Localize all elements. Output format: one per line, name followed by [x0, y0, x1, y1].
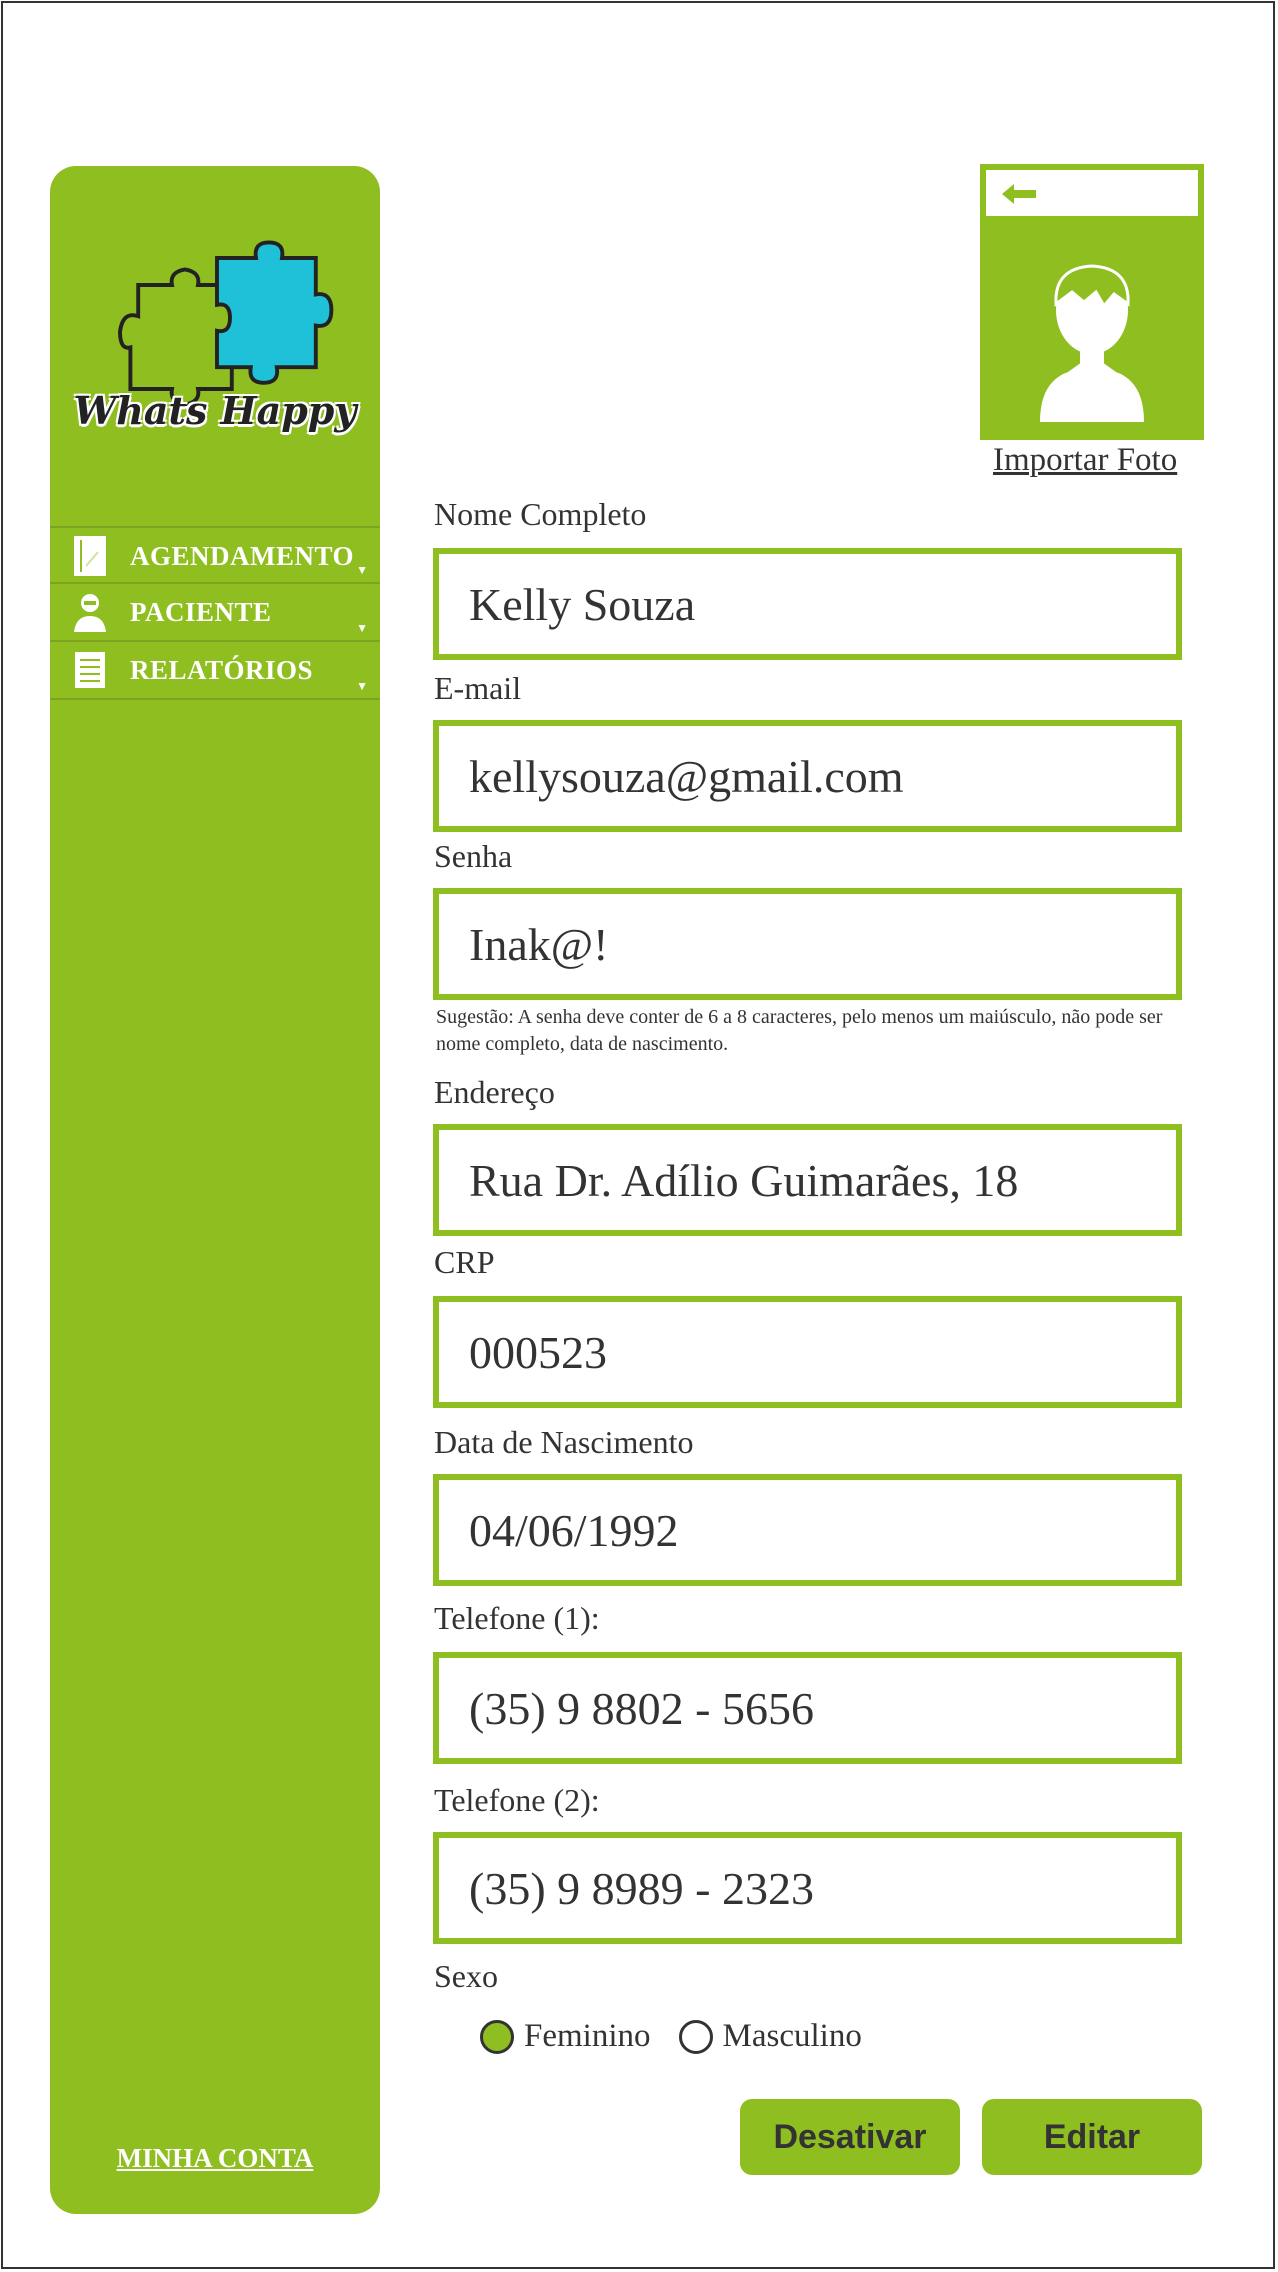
birthdate-label: Data de Nascimento	[434, 1424, 694, 1460]
email-field-box	[433, 720, 1182, 832]
address-label: Endereço	[434, 1074, 555, 1110]
back-arrow-icon[interactable]	[1000, 182, 1040, 206]
sidebar-item-label: PACIENTE	[130, 597, 272, 627]
edit-button[interactable]: Editar	[982, 2099, 1202, 2175]
brand-name: Whats Happy	[73, 388, 357, 433]
birthdate-input[interactable]	[439, 1480, 1176, 1580]
sex-label: Sexo	[434, 1958, 498, 1994]
user-avatar-icon	[1040, 264, 1144, 422]
phone2-field-box	[433, 1832, 1182, 1944]
phone2-label: Telefone (2):	[434, 1782, 600, 1818]
name-field-box	[433, 548, 1182, 660]
chevron-down-icon: ▼	[356, 563, 368, 577]
profile-photo[interactable]	[980, 164, 1204, 440]
chevron-down-icon: ▼	[356, 679, 368, 693]
radio-masculino[interactable]	[678, 2019, 713, 2054]
sidebar: Whats Happy AGENDAMENTO ▼ PACIENTE ▼ REL…	[50, 166, 380, 2214]
crp-field-box	[433, 1296, 1182, 1408]
photo-toolbar	[986, 170, 1198, 216]
sex-radio-group: Feminino Masculino	[480, 2018, 890, 2055]
sidebar-nav: AGENDAMENTO ▼ PACIENTE ▼ RELATÓRIOS ▼	[50, 526, 380, 700]
password-label: Senha	[434, 838, 513, 874]
my-account-link[interactable]: MINHA CONTA	[50, 2143, 380, 2174]
sidebar-item-relatorios[interactable]: RELATÓRIOS ▼	[50, 642, 380, 700]
birthdate-field-box	[433, 1474, 1182, 1586]
notebook-icon	[74, 536, 106, 576]
radio-label-masculino: Masculino	[722, 2018, 862, 2054]
phone1-label: Telefone (1):	[434, 1600, 600, 1636]
address-field-box	[433, 1124, 1182, 1236]
radio-feminino[interactable]	[480, 2019, 514, 2054]
password-field-box	[433, 888, 1182, 1000]
crp-label: CRP	[434, 1244, 495, 1280]
chevron-down-icon: ▼	[356, 621, 368, 635]
full-name-input[interactable]	[439, 554, 1176, 654]
sidebar-item-agendamento[interactable]: AGENDAMENTO ▼	[50, 526, 380, 584]
phone2-input[interactable]	[439, 1838, 1176, 1938]
person-icon	[74, 594, 106, 632]
radio-label-feminino: Feminino	[524, 2018, 651, 2054]
document-icon	[75, 652, 105, 688]
password-hint: Sugestão: A senha deve conter de 6 a 8 c…	[436, 1006, 1163, 1055]
email-input[interactable]	[439, 726, 1176, 826]
name-label: Nome Completo	[434, 496, 647, 532]
phone1-field-box	[433, 1652, 1182, 1764]
password-input[interactable]	[439, 894, 1176, 994]
crp-input[interactable]	[439, 1302, 1176, 1402]
email-label: E-mail	[434, 670, 522, 706]
deactivate-button[interactable]: Desativar	[740, 2099, 960, 2175]
phone1-input[interactable]	[439, 1658, 1176, 1758]
sidebar-item-label: AGENDAMENTO	[130, 541, 355, 571]
import-photo-link[interactable]: Importar Foto	[993, 442, 1177, 479]
sidebar-item-label: RELATÓRIOS	[130, 655, 314, 685]
sidebar-item-paciente[interactable]: PACIENTE ▼	[50, 584, 380, 642]
address-input[interactable]	[439, 1130, 1176, 1230]
